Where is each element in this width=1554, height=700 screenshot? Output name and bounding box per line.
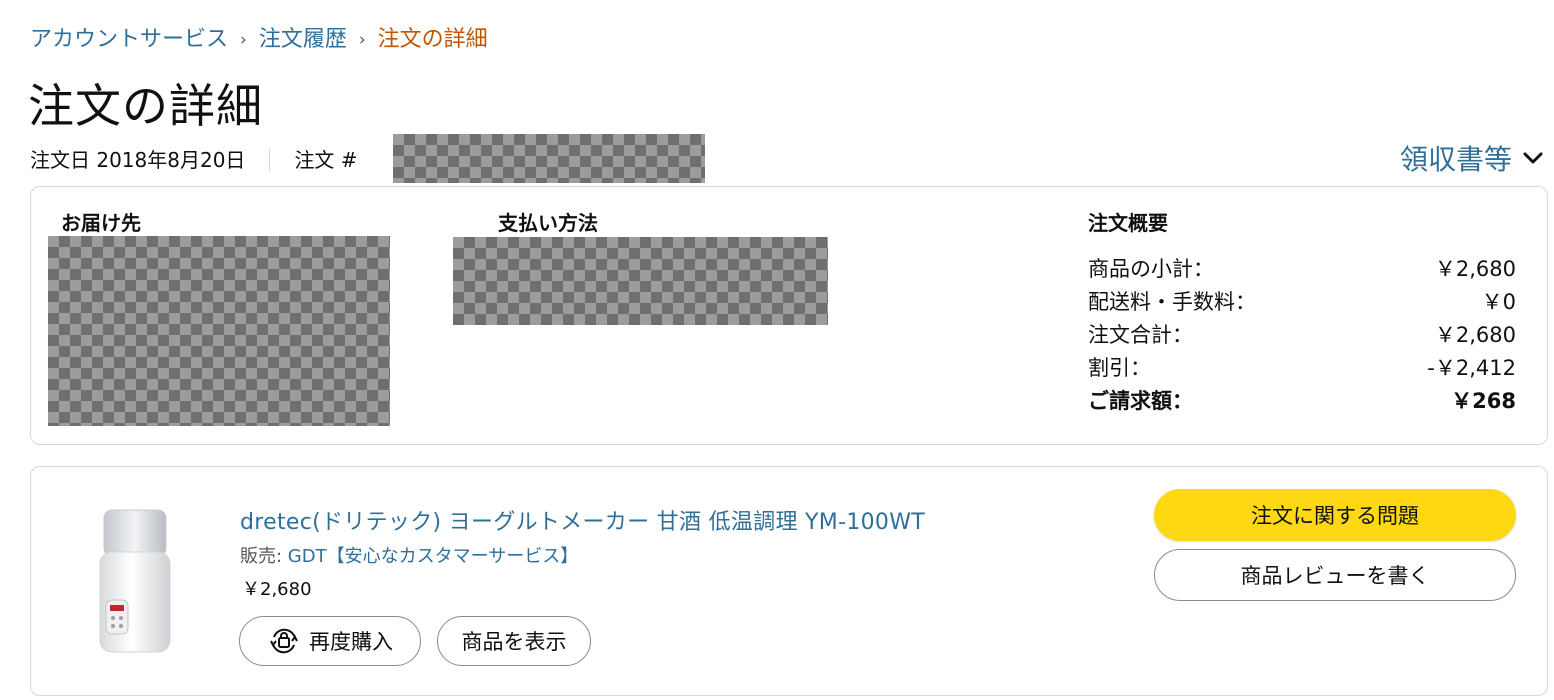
write-review-label: 商品レビューを書く bbox=[1240, 564, 1430, 588]
view-product-label: 商品を表示 bbox=[461, 630, 567, 654]
product-image[interactable] bbox=[94, 508, 176, 658]
summary-value: -￥2,412 bbox=[1427, 356, 1516, 380]
reorder-cart-icon bbox=[270, 628, 298, 654]
view-product-button[interactable]: 商品を表示 bbox=[437, 616, 591, 666]
summary-row-amount-due: ご請求額： ￥268 bbox=[1088, 385, 1516, 418]
breadcrumb-account-services[interactable]: アカウントサービス bbox=[30, 26, 228, 54]
summary-row-subtotal: 商品の小計： ￥2,680 bbox=[1088, 253, 1516, 286]
shipping-heading: お届け先 bbox=[61, 211, 141, 235]
order-number-label: 注文 # bbox=[294, 148, 358, 172]
seller-label: 販売: bbox=[240, 546, 288, 567]
payment-method-redacted bbox=[453, 237, 828, 325]
seller-line: 販売: GDT【安心なカスタマーサービス】 bbox=[240, 544, 578, 570]
seller-link[interactable]: GDT【安心なカスタマーサービス】 bbox=[288, 546, 578, 567]
breadcrumb-order-history[interactable]: 注文履歴 bbox=[259, 26, 347, 54]
summary-label: 商品の小計： bbox=[1088, 257, 1214, 281]
summary-value: ￥2,680 bbox=[1434, 257, 1516, 281]
product-price: ￥2,680 bbox=[242, 579, 312, 600]
breadcrumb: アカウントサービス › 注文履歴 › 注文の詳細 bbox=[30, 26, 488, 54]
page-title: 注文の詳細 bbox=[28, 79, 263, 133]
receipt-label: 領収書等 bbox=[1399, 143, 1512, 176]
summary-label: 注文合計： bbox=[1088, 323, 1193, 347]
breadcrumb-separator: › bbox=[240, 30, 247, 50]
breadcrumb-separator: › bbox=[358, 30, 366, 50]
order-meta: 注文日 2018年8月20日 注文 # bbox=[30, 145, 358, 175]
meta-divider bbox=[269, 149, 271, 171]
summary-row-order-total: 注文合計： ￥2,680 bbox=[1088, 319, 1516, 352]
shipping-address-redacted bbox=[48, 236, 390, 426]
summary-label: 割引： bbox=[1088, 356, 1151, 380]
receipt-dropdown[interactable]: 領収書等 bbox=[1400, 138, 1544, 178]
summary-label: 配送料・手数料： bbox=[1088, 290, 1256, 314]
chevron-down-icon bbox=[1523, 152, 1543, 164]
product-title-link[interactable]: dretec(ドリテック) ヨーグルトメーカー 甘酒 低温調理 YM-100WT bbox=[240, 508, 925, 538]
summary-row-shipping: 配送料・手数料： ￥0 bbox=[1088, 286, 1516, 319]
order-problem-button[interactable]: 注文に関する問題 bbox=[1154, 489, 1516, 541]
order-number-redacted bbox=[393, 134, 705, 183]
order-date: 注文日 2018年8月20日 bbox=[30, 148, 246, 172]
order-problem-label: 注文に関する問題 bbox=[1251, 504, 1419, 528]
summary-value: ￥268 bbox=[1451, 389, 1516, 413]
summary-value: ￥2,680 bbox=[1434, 323, 1516, 347]
payment-heading: 支払い方法 bbox=[498, 211, 598, 235]
summary-label: ご請求額： bbox=[1088, 389, 1193, 413]
breadcrumb-current: 注文の詳細 bbox=[377, 27, 488, 52]
buy-again-button[interactable]: 再度購入 bbox=[239, 616, 421, 666]
summary-row-discount: 割引： -￥2,412 bbox=[1088, 352, 1516, 385]
write-review-button[interactable]: 商品レビューを書く bbox=[1154, 549, 1516, 601]
summary-heading: 注文概要 bbox=[1088, 211, 1168, 235]
buy-again-label: 再度購入 bbox=[309, 630, 393, 654]
summary-value: ￥0 bbox=[1481, 290, 1516, 314]
